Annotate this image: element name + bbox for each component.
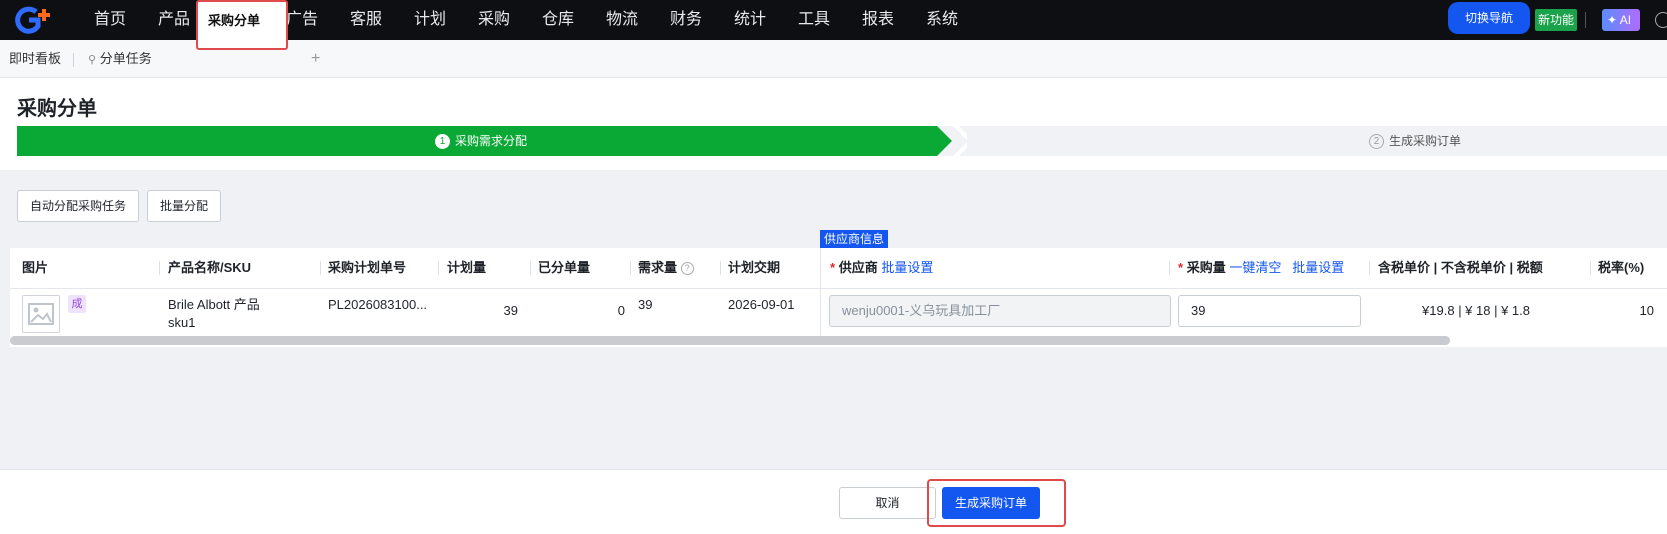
product-image[interactable] [22,295,60,333]
price-cell: ¥19.8 | ¥ 18 | ¥ 1.8 [1422,303,1530,318]
col-split-qty: 已分单量 [538,260,591,275]
nav-item-service[interactable]: 客服 [334,0,398,40]
col-purchase-qty-label: 采购量 [1186,260,1226,275]
product-sku: sku1 [168,315,196,330]
page-footer: 取消 生成采购订单 [0,469,1667,534]
switch-nav-button[interactable]: 切换导航 [1448,2,1530,34]
tab-split-task[interactable]: ⚲ 分单任务 [88,40,152,78]
col-plan-qty: 计划量 [447,260,487,275]
sparkle-icon: ✦ [1607,13,1618,27]
col-image: 图片 [22,260,49,275]
nav-item-system[interactable]: 系统 [910,0,974,40]
col-plan-no: 采购计划单号 [328,260,407,275]
col-demand-qty: 需求量 ? [630,248,694,288]
add-tab-button[interactable]: + [311,40,320,78]
clear-all-link[interactable]: 一键清空 [1229,260,1281,275]
tab-divider [73,53,74,67]
step-2: 2 生成采购订单 [1369,126,1461,156]
horizontal-scrollbar[interactable] [10,336,1450,345]
qty-batch-set-link[interactable]: 批量设置 [1292,260,1344,275]
required-mark: * [1178,260,1184,275]
question-icon[interactable]: ? [680,262,694,276]
supplier-input: wenju0001-义乌玩具加工厂 [829,295,1171,327]
supplier-group-label: 供应商信息 [820,230,888,248]
demand-qty-cell: 39 [638,297,653,312]
nav-item-tools[interactable]: 工具 [782,0,846,40]
step-2-label: 生成采购订单 [1389,134,1462,148]
purchase-qty-input[interactable]: 39 [1178,295,1361,327]
app-logo[interactable] [14,6,60,34]
page-header: 采购分单 1 采购需求分配 2 生成采购订单 [0,78,1667,170]
col-plan-date: 计划交期 [728,260,781,275]
nav-item-plan[interactable]: 计划 [398,0,462,40]
product-status-badge: 成 [68,295,86,313]
supplier-batch-set-link[interactable]: 批量设置 [881,260,933,275]
nav-item-purchase[interactable]: 采购 [462,0,526,40]
tab-purchase-split[interactable]: 采购分单 [196,0,288,50]
required-mark: * [830,260,836,275]
cancel-button[interactable]: 取消 [839,487,936,519]
nav-item-stats[interactable]: 统计 [718,0,782,40]
nav-item-finance[interactable]: 财务 [654,0,718,40]
page-title: 采购分单 [17,98,97,120]
step-2-number: 2 [1369,133,1384,149]
split-qty-cell: 0 [617,303,625,318]
nav-divider [1585,12,1586,28]
col-price: 含税单价 | 不含税单价 | 税额 [1378,260,1543,275]
tax-rate-cell: 10 [1639,303,1654,318]
nav-item-logistics[interactable]: 物流 [590,0,654,40]
ai-button[interactable]: ✦ AI [1602,9,1640,31]
auto-assign-button[interactable]: 自动分配采购任务 [17,190,139,222]
tab-split-task-label: 分单任务 [99,51,152,66]
header-divider [10,288,1667,289]
nav-item-warehouse[interactable]: 仓库 [526,0,590,40]
step-1: 1 采购需求分配 [435,126,527,156]
steps-bar: 1 采购需求分配 2 生成采购订单 [17,126,1667,156]
generate-order-button[interactable]: 生成采购订单 [942,487,1040,519]
plan-date-cell: 2026-09-01 [728,297,795,312]
plan-no-cell[interactable]: PL2026083100... [328,297,427,312]
help-icon[interactable] [1655,12,1667,28]
col-supplier: * 供应商 批量设置 [822,248,933,288]
step-1-number: 1 [435,133,450,149]
nav-item-home[interactable]: 首页 [78,0,142,40]
col-product: 产品名称/SKU [168,260,252,275]
supplier-col-border [820,248,821,336]
ai-label: AI [1619,13,1632,27]
nav-item-reports[interactable]: 报表 [846,0,910,40]
product-name-cell: Brile Albott 产品 sku1 [168,296,260,332]
image-placeholder-icon [28,303,54,325]
new-feature-button[interactable]: 新功能 [1535,9,1577,31]
pin-icon: ⚲ [88,54,97,66]
col-tax-rate: 税率(%) [1598,260,1645,275]
col-supplier-label: 供应商 [838,260,878,275]
product-name: Brile Albott 产品 [168,297,260,312]
plan-qty-cell: 39 [503,303,518,318]
allocation-table: 图片 产品名称/SKU 采购计划单号 计划量 已分单量 需求量 ? 计划交期 *… [10,248,1667,347]
step-1-label: 采购需求分配 [455,134,528,148]
batch-assign-button[interactable]: 批量分配 [147,190,221,222]
col-demand-qty-label: 需求量 [638,260,678,275]
tab-dashboard[interactable]: 即时看板 [9,40,61,78]
col-purchase-qty: * 采购量 一键清空 批量设置 [1170,248,1344,288]
